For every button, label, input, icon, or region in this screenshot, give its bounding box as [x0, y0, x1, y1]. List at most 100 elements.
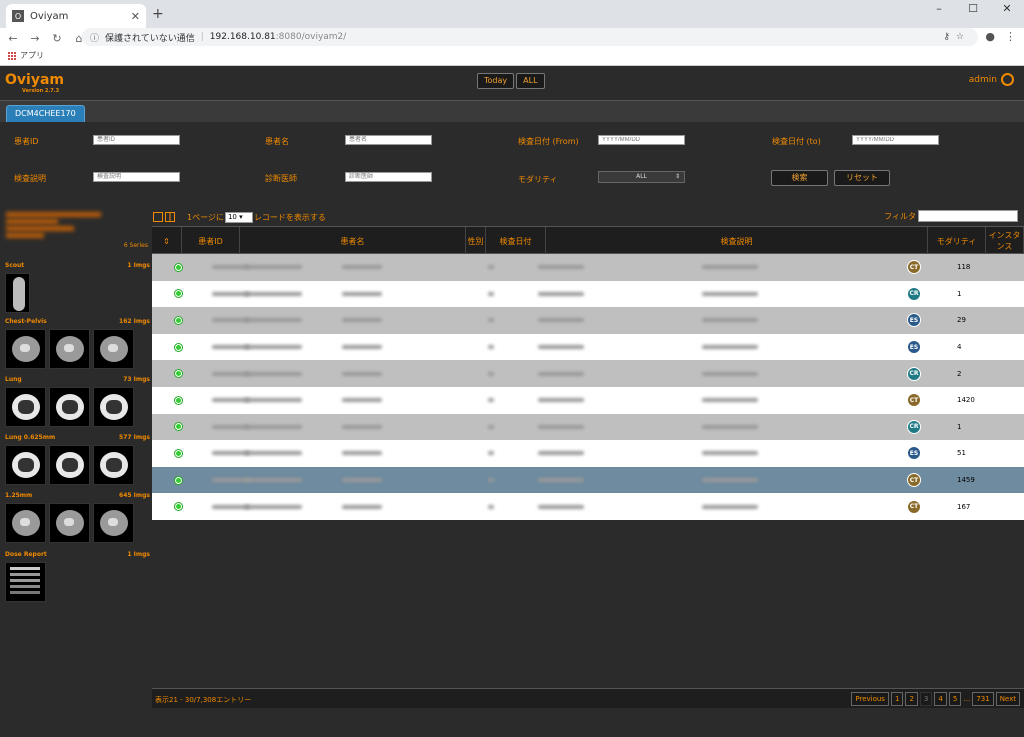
col-study-desc[interactable]: 検査説明 [546, 227, 928, 255]
table-row[interactable]: CR 1 [152, 413, 1024, 441]
browser-tab[interactable]: O Oviyam ✕ [6, 4, 146, 28]
lung-thumbnail[interactable] [5, 387, 46, 427]
ct-thumbnail[interactable] [49, 329, 90, 369]
minimize-icon[interactable]: – [922, 0, 956, 20]
lung-thumbnail[interactable] [93, 445, 134, 485]
per-page-select[interactable]: 10 ▾ [224, 211, 253, 223]
col-patient-id[interactable]: 患者ID [182, 227, 240, 255]
last-page-button[interactable]: 731 [972, 692, 994, 706]
col-instances[interactable]: インスタンス [986, 227, 1024, 255]
table-row[interactable]: CT 167 [152, 493, 1024, 520]
col-sex[interactable]: 性別 [466, 227, 486, 255]
expand-cell[interactable] [175, 307, 182, 334]
back-icon[interactable]: ← [4, 32, 22, 45]
table-row[interactable]: ES 4 [152, 333, 1024, 361]
page-button[interactable]: 5 [948, 692, 962, 706]
previous-button[interactable]: Previous [851, 692, 889, 706]
date-from-input[interactable] [598, 135, 685, 145]
col-patient-name[interactable]: 患者名 [240, 227, 466, 255]
ct-thumbnail[interactable] [93, 329, 134, 369]
study-desc-input[interactable] [93, 172, 180, 182]
series-group[interactable]: Lung 0.625mm 577 Imgs [5, 434, 150, 485]
forward-icon[interactable]: → [26, 32, 44, 45]
lung-thumbnail[interactable] [49, 387, 90, 427]
physician-input[interactable] [345, 172, 432, 182]
date-to-input[interactable] [852, 135, 939, 145]
single-layout-icon[interactable] [153, 212, 163, 222]
username[interactable]: admin [969, 75, 997, 85]
ct-thumbnail[interactable] [49, 503, 90, 543]
split-layout-icon[interactable] [165, 212, 175, 222]
scout-thumbnail[interactable] [5, 273, 30, 313]
page-button[interactable]: 1 [890, 692, 904, 706]
table-row[interactable]: CR 2 [152, 360, 1024, 387]
ct-thumbnail[interactable] [5, 503, 46, 543]
table-row[interactable]: CR 1 [152, 280, 1024, 308]
ct-thumbnail[interactable] [5, 329, 46, 369]
series-group[interactable]: 1.25mm 645 Imgs [5, 492, 150, 543]
col-study-date[interactable]: 検査日付 [486, 227, 546, 255]
close-window-icon[interactable]: ✕ [990, 0, 1024, 20]
expand-cell[interactable] [175, 387, 182, 414]
expand-cell[interactable] [175, 334, 182, 361]
expand-row-icon[interactable] [175, 290, 182, 298]
menu-icon[interactable]: ⋮ [1005, 30, 1016, 43]
expand-cell[interactable] [175, 467, 182, 494]
sort-icon[interactable]: ⇕ [152, 227, 182, 255]
search-button[interactable]: 検索 [771, 170, 828, 186]
lung-thumbnail[interactable] [93, 387, 134, 427]
today-button[interactable]: Today [477, 73, 515, 89]
page-button[interactable]: 2 [905, 692, 918, 706]
expand-cell[interactable] [175, 414, 182, 441]
current-page-button[interactable]: 3 [919, 692, 933, 706]
expand-row-icon[interactable] [175, 396, 182, 404]
table-row[interactable]: CT 1459 [152, 466, 1024, 494]
expand-row-icon[interactable] [175, 423, 182, 431]
expand-row-icon[interactable] [175, 449, 182, 457]
expand-row-icon[interactable] [175, 370, 182, 378]
address-bar[interactable]: ⓘ 保護されていない通信 | 192.168.10.81 :8080/oviya… [82, 28, 978, 46]
expand-row-icon[interactable] [175, 263, 182, 271]
col-modality[interactable]: モダリティ [928, 227, 986, 255]
reload-icon[interactable]: ↻ [48, 32, 66, 45]
table-row[interactable]: CT 118 [152, 254, 1024, 281]
table-row[interactable]: CT 1420 [152, 386, 1024, 414]
patient-name-input[interactable] [345, 135, 432, 145]
table-row[interactable]: ES 51 [152, 440, 1024, 467]
expand-row-icon[interactable] [175, 316, 182, 324]
apps-icon[interactable] [8, 51, 16, 60]
reset-button[interactable]: リセット [834, 170, 890, 186]
series-group[interactable]: Chest-Pelvis 162 Imgs [5, 318, 150, 369]
dose-report-thumbnail[interactable] [5, 562, 46, 602]
expand-cell[interactable] [175, 360, 182, 387]
bookmark-apps[interactable]: アプリ [20, 50, 44, 61]
profile-icon[interactable]: ● [985, 30, 995, 43]
expand-cell[interactable] [175, 281, 182, 308]
expand-row-icon[interactable] [175, 343, 182, 351]
new-tab-icon[interactable]: + [152, 6, 164, 22]
expand-cell[interactable] [175, 440, 182, 467]
maximize-icon[interactable]: ☐ [956, 0, 990, 20]
user-menu[interactable]: admin [969, 73, 1014, 86]
key-star-icons[interactable]: ⚷☆ [943, 32, 970, 42]
page-button[interactable]: 4 [934, 692, 947, 706]
all-button[interactable]: ALL [516, 73, 545, 89]
lung-thumbnail[interactable] [5, 445, 46, 485]
expand-cell[interactable] [175, 254, 182, 281]
series-group[interactable]: Lung 73 Imgs [5, 376, 150, 427]
series-group[interactable]: Dose Report 1 Imgs [5, 551, 150, 602]
series-group[interactable]: Scout 1 Imgs [5, 262, 150, 313]
patient-id-input[interactable] [93, 135, 180, 145]
server-tab[interactable]: DCM4CHEE170 [6, 105, 85, 123]
table-row[interactable]: ES 29 [152, 307, 1024, 334]
user-icon[interactable] [1001, 73, 1014, 86]
lung-thumbnail[interactable] [49, 445, 90, 485]
info-icon[interactable]: ⓘ [90, 31, 99, 44]
expand-row-icon[interactable] [175, 503, 182, 511]
filter-input[interactable] [918, 210, 1018, 222]
close-tab-icon[interactable]: ✕ [131, 10, 140, 23]
expand-cell[interactable] [175, 493, 182, 520]
next-button[interactable]: Next [995, 692, 1020, 706]
modality-select[interactable]: ALL ⇕ [598, 171, 685, 183]
ct-thumbnail[interactable] [93, 503, 134, 543]
